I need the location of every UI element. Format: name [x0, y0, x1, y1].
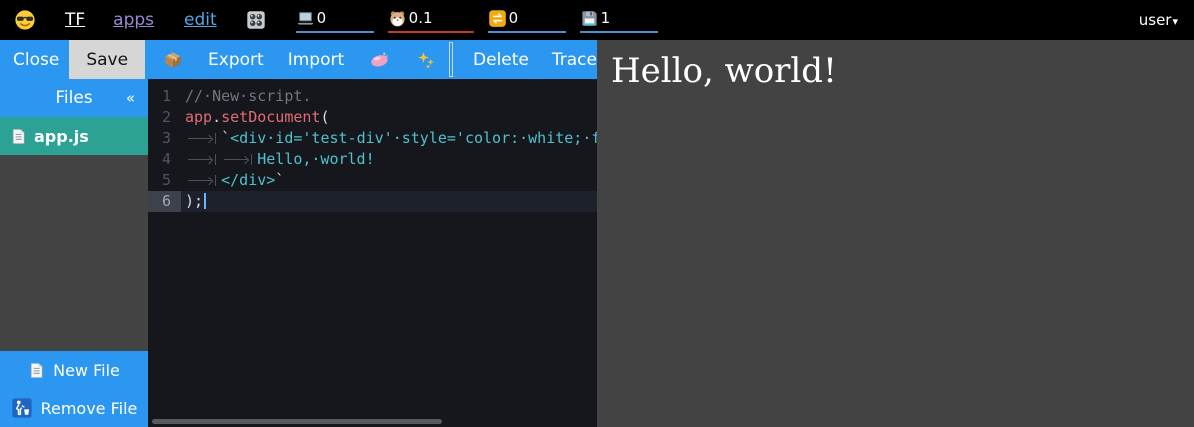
files-header: Files « [0, 79, 148, 117]
code-line: 5</div>` [148, 170, 597, 191]
tab-whitespace-marker [185, 170, 221, 191]
soap-icon [369, 49, 390, 70]
save-button[interactable]: Save [69, 40, 145, 79]
package-button[interactable] [163, 40, 183, 79]
new-file-icon [28, 361, 45, 380]
line-number: 5 [148, 170, 181, 191]
code-editor[interactable]: 1//·New·script.2app.setDocument(3`<div·i… [148, 79, 597, 427]
litter-bin-icon [11, 397, 33, 419]
counter-value: 1 [601, 9, 611, 27]
horizontal-scrollbar[interactable] [152, 419, 442, 424]
user-menu[interactable]: user▾ [1139, 11, 1178, 29]
sunglasses-face-icon[interactable] [14, 9, 36, 31]
sidebar-spacer [0, 155, 148, 351]
tab-whitespace-marker [185, 149, 221, 170]
hamster-icon [388, 9, 407, 28]
apps-link[interactable]: apps [113, 10, 154, 30]
document-icon [10, 127, 27, 146]
code-line: 2app.setDocument( [148, 107, 597, 128]
collapse-sidebar-button[interactable]: « [126, 89, 135, 107]
close-button[interactable]: Close [13, 40, 59, 79]
code-line: 6); [148, 191, 597, 212]
action-label: Remove File [41, 399, 138, 418]
text-cursor [204, 193, 206, 209]
blank-button[interactable] [449, 42, 453, 77]
sparkles-icon [416, 50, 436, 70]
edit-link[interactable]: edit [184, 10, 217, 30]
files-title: Files [55, 88, 92, 108]
laptop-icon [296, 9, 315, 28]
repeat-counter[interactable]: 0 [488, 8, 566, 33]
hamster-counter[interactable]: 0.1 [388, 8, 474, 33]
tab-whitespace-marker [185, 128, 221, 149]
files-sidebar: Files « app.js New File Remove File [0, 79, 148, 427]
top-bar: TF apps edit 0 0.1 0 1 user▾ [0, 0, 1194, 40]
counter-value: 0 [317, 9, 327, 27]
repeat-icon [488, 9, 507, 28]
delete-button[interactable]: Delete [473, 40, 529, 79]
control-knobs-icon[interactable] [245, 9, 267, 31]
code-line-text[interactable]: //·New·script. [181, 86, 597, 107]
line-number: 1 [148, 86, 181, 107]
status-counters: 0 0.1 0 1 [296, 8, 672, 33]
floppy-disk-icon [580, 9, 599, 28]
counter-value: 0 [509, 9, 519, 27]
editor-toolbar: Close Save Export Import Delete Trace [0, 40, 597, 79]
remove-file-button[interactable]: Remove File [0, 389, 148, 427]
file-item-app.js[interactable]: app.js [0, 117, 148, 155]
line-number: 6 [148, 191, 181, 212]
code-line: 1//·New·script. [148, 86, 597, 107]
user-menu-label: user [1139, 11, 1172, 29]
code-line-text[interactable]: app.setDocument( [181, 107, 597, 128]
code-line-text[interactable]: </div>` [181, 170, 597, 191]
preview-text: Hello, world! [597, 40, 1194, 91]
package-icon [163, 50, 183, 70]
file-name: app.js [34, 127, 89, 146]
code-line-text[interactable]: ); [181, 191, 597, 212]
code-area: 1//·New·script.2app.setDocument(3`<div·i… [148, 79, 597, 212]
action-label: New File [53, 361, 120, 380]
laptop-counter[interactable]: 0 [296, 8, 374, 33]
line-number: 4 [148, 149, 181, 170]
new-file-button[interactable]: New File [0, 351, 148, 389]
chevron-down-icon: ▾ [1172, 15, 1178, 28]
line-number: 2 [148, 107, 181, 128]
sparkles-button[interactable] [416, 40, 436, 79]
floppy-disk-counter[interactable]: 1 [580, 8, 658, 33]
counter-value: 0.1 [409, 9, 433, 27]
tab-whitespace-marker [221, 149, 257, 170]
soap-button[interactable] [369, 40, 390, 79]
import-button[interactable]: Import [288, 40, 344, 79]
preview-pane: Hello, world! [597, 40, 1194, 427]
code-line-text[interactable]: Hello,·world! [181, 149, 597, 170]
brand-link[interactable]: TF [65, 10, 85, 30]
trace-button[interactable]: Trace [552, 40, 597, 79]
line-number: 3 [148, 128, 181, 149]
code-line: 4Hello,·world! [148, 149, 597, 170]
sidebar-actions: New File Remove File [0, 351, 148, 427]
code-line-text[interactable]: `<div·id='test-div'·style='color:·white;… [181, 128, 597, 149]
app-window: TF apps edit 0 0.1 0 1 user▾ Close Save Expor… [0, 0, 1194, 427]
code-line: 3`<div·id='test-div'·style='color:·white… [148, 128, 597, 149]
file-list: app.js [0, 117, 148, 155]
export-button[interactable]: Export [208, 40, 264, 79]
